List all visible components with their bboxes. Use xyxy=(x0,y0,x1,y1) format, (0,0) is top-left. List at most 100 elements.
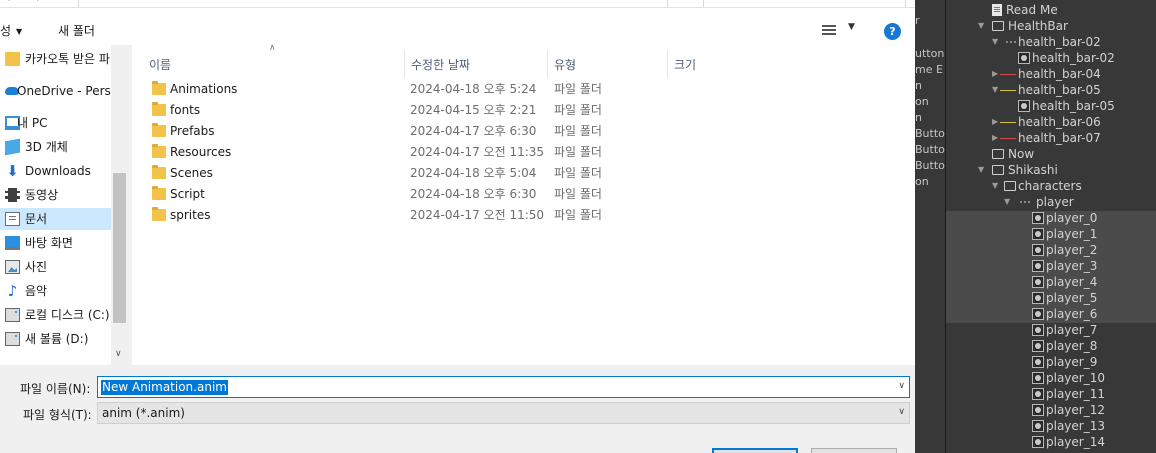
file-name: Scenes xyxy=(170,166,213,180)
chevron-down-icon[interactable]: ▼ xyxy=(992,34,1002,50)
save-file-dialog: ← → 성▼ 새 폴더 ▼ ? 카카오톡 받은 파 OneDrive - Per… xyxy=(0,0,915,453)
tree-item-label: player xyxy=(1036,195,1074,209)
tree-item-label: player_5 xyxy=(1046,291,1098,305)
sprite-icon xyxy=(1032,340,1044,352)
nav-item-music[interactable]: ♪ 음악 xyxy=(0,280,128,302)
tree-item-label: player_4 xyxy=(1046,275,1098,289)
sprite-icon xyxy=(1032,372,1044,384)
column-header-modified[interactable]: 수정한 날짜 xyxy=(405,50,548,78)
file-name: Prefabs xyxy=(170,124,215,138)
chevron-down-icon[interactable]: ∨ xyxy=(115,349,122,359)
nav-item-desktop[interactable]: 바탕 화면 xyxy=(0,232,128,254)
change-view-button[interactable]: ▼ xyxy=(820,22,860,37)
sprite-icon xyxy=(1032,420,1044,432)
filename-input[interactable]: New Animation.anim ∨ xyxy=(97,376,910,398)
file-date: 2024-04-18 오후 5:04 xyxy=(410,166,537,180)
back-arrow-icon[interactable]: ← xyxy=(6,0,17,6)
file-list: ∧ 이름 수정한 날짜 유형 크기 Animations 2024-04-18 오… xyxy=(132,45,915,365)
yellow-line-icon xyxy=(1000,122,1016,123)
column-header-type[interactable]: 유형 xyxy=(548,50,668,78)
folder-icon xyxy=(152,186,166,200)
sprite-icon xyxy=(1032,388,1044,400)
nav-item-pictures[interactable]: 사진 xyxy=(0,256,128,278)
file-row[interactable]: fonts 2024-04-15 오후 2:21 파일 폴더 xyxy=(132,100,915,121)
file-type: 파일 폴더 xyxy=(554,103,602,117)
scrollbar-thumb[interactable] xyxy=(113,173,126,323)
chevron-down-icon[interactable]: ∨ xyxy=(898,381,905,391)
organize-button[interactable]: 성 ▼ xyxy=(0,22,22,39)
filetype-label: 파일 형식(T): xyxy=(23,408,92,422)
sprite-icon xyxy=(1032,260,1044,272)
nav-item-drive-d[interactable]: 새 볼륨 (D:) xyxy=(0,328,128,350)
save-button[interactable] xyxy=(712,448,798,453)
nav-item-label: 사진 xyxy=(25,260,48,274)
cancel-button[interactable] xyxy=(811,448,897,453)
help-button[interactable]: ? xyxy=(884,23,901,40)
tree-item-label: player_7 xyxy=(1046,323,1098,337)
chevron-down-icon[interactable]: ∨ xyxy=(898,407,905,417)
tree-item-label: player_12 xyxy=(1046,403,1105,417)
file-date: 2024-04-18 오후 5:24 xyxy=(410,82,537,96)
nav-item-label: 문서 xyxy=(25,212,48,226)
file-name: sprites xyxy=(170,208,211,222)
file-type: 파일 폴더 xyxy=(554,124,602,138)
filename-value[interactable]: New Animation.anim xyxy=(101,380,228,395)
nav-item-kakaotalk[interactable]: 카카오톡 받은 파 xyxy=(0,48,128,70)
column-header-size[interactable]: 크기 xyxy=(668,50,788,78)
file-date: 2024-04-18 오후 6:30 xyxy=(410,187,537,201)
folder-icon xyxy=(992,149,1004,159)
nav-item-label: 내 PC xyxy=(17,116,48,130)
nav-item-label: 음악 xyxy=(25,284,48,298)
tree-item-label: Read Me xyxy=(1006,3,1058,17)
chevron-down-icon[interactable]: ▼ xyxy=(1004,194,1014,210)
file-row[interactable]: Script 2024-04-18 오후 6:30 파일 폴더 xyxy=(132,184,915,205)
file-row[interactable]: Resources 2024-04-17 오전 11:35 파일 폴더 xyxy=(132,142,915,163)
tree-item-label: player_3 xyxy=(1046,259,1098,273)
pictures-icon xyxy=(5,260,20,274)
nav-item-label: 바탕 화면 xyxy=(25,236,73,250)
new-folder-button[interactable]: 새 폴더 xyxy=(58,22,95,39)
folder-open-icon xyxy=(992,21,1004,31)
file-row[interactable]: Animations 2024-04-18 오후 5:24 파일 폴더 xyxy=(132,79,915,100)
column-header-name[interactable]: 이름 xyxy=(143,50,405,78)
tree-item-label: health_bar-05 xyxy=(1018,83,1101,97)
forward-arrow-icon[interactable]: → xyxy=(30,0,41,6)
dots-icon xyxy=(1020,201,1030,203)
file-row[interactable]: sprites 2024-04-17 오전 11:50 파일 폴더 xyxy=(132,205,915,226)
address-bar[interactable] xyxy=(78,0,668,7)
nav-scrollbar[interactable]: ∨ xyxy=(111,45,128,365)
search-box[interactable] xyxy=(703,0,906,7)
folder-icon xyxy=(152,207,166,221)
tree-item-label: player_2 xyxy=(1046,243,1098,257)
nav-item-documents[interactable]: 문서 xyxy=(0,208,128,230)
hierarchy-item-text: n xyxy=(915,79,922,92)
chevron-down-icon[interactable]: ▼ xyxy=(978,18,988,34)
drive-icon xyxy=(5,308,20,322)
nav-item-3d-objects[interactable]: 3D 개체 xyxy=(0,136,128,158)
nav-item-downloads[interactable]: ⬇ Downloads xyxy=(0,160,128,182)
nav-item-onedrive[interactable]: OneDrive - Perso xyxy=(0,80,128,102)
file-date: 2024-04-15 오후 2:21 xyxy=(410,103,537,117)
nav-item-label: 동영상 xyxy=(25,188,59,202)
unity-project-panel: Read Me ▼ HealthBar ▼ health_bar-02 health… xyxy=(946,0,1156,453)
tree-item-label: health_bar-02 xyxy=(1018,35,1101,49)
tree-item-label: health_bar-02 xyxy=(1032,51,1115,65)
chevron-down-icon[interactable]: ▼ xyxy=(992,178,1002,194)
music-icon: ♪ xyxy=(7,282,18,300)
sprite-icon xyxy=(1032,436,1044,448)
folder-icon xyxy=(5,52,20,66)
file-row[interactable]: Prefabs 2024-04-17 오후 6:30 파일 폴더 xyxy=(132,121,915,142)
filetype-select[interactable]: anim (*.anim) ∨ xyxy=(97,402,910,424)
folder-icon xyxy=(152,165,166,179)
nav-item-this-pc[interactable]: 내 PC xyxy=(0,112,128,134)
hierarchy-item-text: Butto xyxy=(915,127,945,140)
3d-objects-icon xyxy=(5,138,20,156)
sprite-icon xyxy=(1032,356,1044,368)
chevron-down-icon[interactable]: ▼ xyxy=(978,162,988,178)
file-row[interactable]: Scenes 2024-04-18 오후 5:04 파일 폴더 xyxy=(132,163,915,184)
sprite-icon xyxy=(1032,308,1044,320)
navigation-pane: 카카오톡 받은 파 OneDrive - Perso 내 PC 3D 개체 ⬇ D… xyxy=(0,45,128,365)
nav-item-drive-c[interactable]: 로컬 디스크 (C:) xyxy=(0,304,128,326)
nav-item-videos[interactable]: 동영상 xyxy=(0,184,128,206)
sprite-icon xyxy=(1032,276,1044,288)
